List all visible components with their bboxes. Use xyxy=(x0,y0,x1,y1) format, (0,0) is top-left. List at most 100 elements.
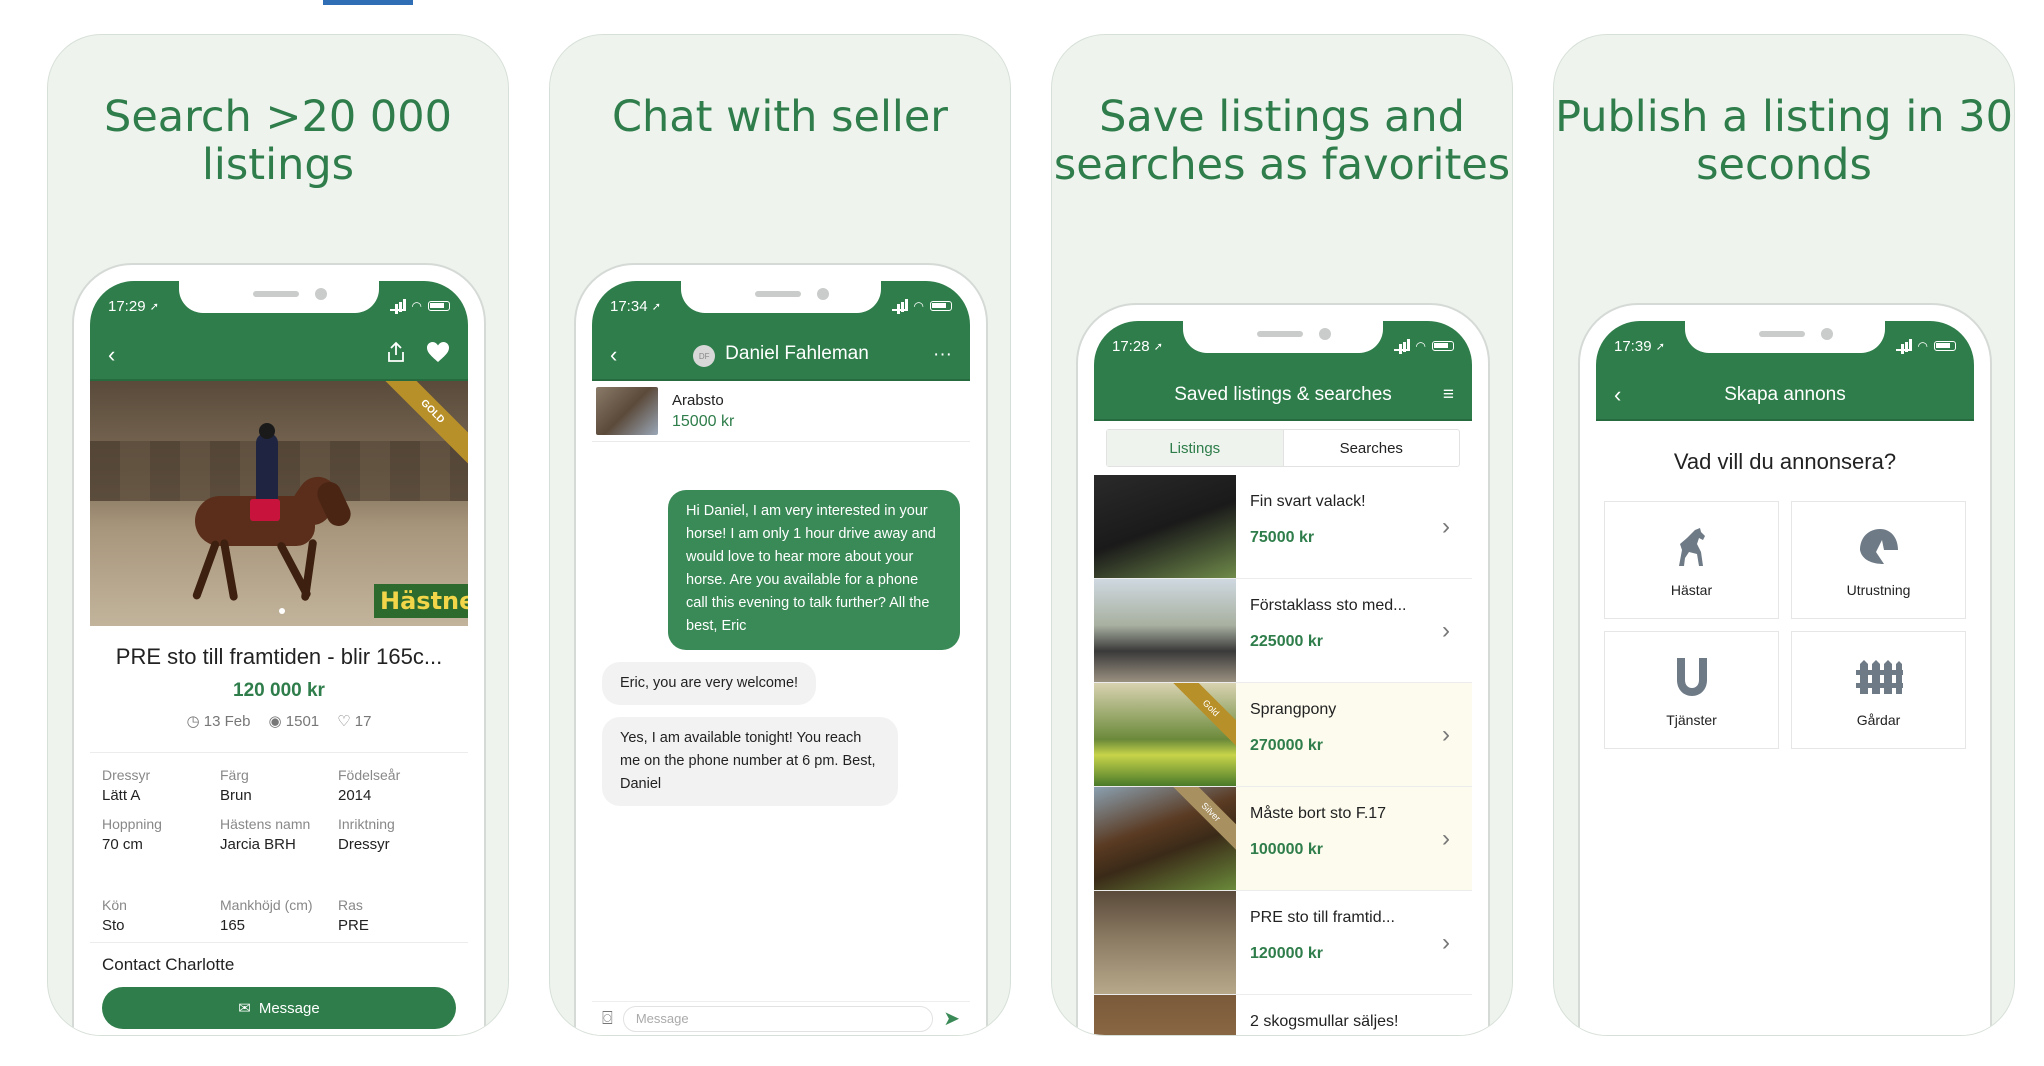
phone-frame: 17:39 ➚ ◠ ‹ Skapa annons Vad vill du ann… xyxy=(1578,303,1992,1035)
chat-listing-header[interactable]: Arabsto 15000 kr xyxy=(592,381,970,442)
gold-ribbon-badge: Gold xyxy=(1165,683,1236,754)
tab-listings[interactable]: Listings xyxy=(1107,430,1284,466)
category-horses[interactable]: Hästar xyxy=(1604,501,1779,619)
back-chevron-icon[interactable]: ‹ xyxy=(610,342,617,368)
attr-value: Jarcia BRH xyxy=(220,836,296,853)
attr-label: Kön xyxy=(102,897,127,913)
avatar: DF xyxy=(693,345,716,368)
attribute-grid: Dressyr Lätt A Färg Brun Födelseår 2014 Hop… xyxy=(90,753,468,934)
attr-label: Födelseår xyxy=(338,767,401,783)
segmented-control: Listings Searches xyxy=(1106,429,1460,467)
list-item[interactable]: PRE sto till framtid... 120000 kr › xyxy=(1094,891,1472,995)
create-listing-screen: 17:39 ➚ ◠ ‹ Skapa annons Vad vill du ann… xyxy=(1596,321,1974,1035)
tab-searches[interactable]: Searches xyxy=(1284,430,1460,466)
listing-photo[interactable]: GOLD Hästnet xyxy=(90,381,468,626)
location-icon: ➚ xyxy=(651,300,661,313)
back-chevron-icon[interactable]: ‹ xyxy=(108,342,115,368)
feature-card-publish: Publish a listing in 30 seconds 17:39 ➚ … xyxy=(1553,34,2015,1036)
battery-icon xyxy=(1934,341,1956,351)
item-price: 75000 kr xyxy=(1250,529,1315,546)
message-input[interactable]: Message xyxy=(622,1005,934,1032)
eye-icon: ◉ xyxy=(268,713,282,730)
item-title: Sprangpony xyxy=(1250,701,1337,718)
category-farms[interactable]: Gårdar xyxy=(1791,631,1966,749)
attr-value: Sto xyxy=(102,917,125,934)
battery-icon xyxy=(930,301,952,311)
message-button[interactable]: ✉ Message xyxy=(102,987,456,1029)
listing-thumbnail: Silver xyxy=(1094,787,1236,890)
listing-thumbnail xyxy=(1094,995,1236,1035)
attr-value: 2014 xyxy=(338,787,372,804)
nav-bar: ‹ xyxy=(90,331,468,381)
attr-value: 70 cm xyxy=(102,836,143,853)
feature-card-chat: Chat with seller 17:34 ➚ ◠ ‹ DF Daniel Fa… xyxy=(549,34,1011,1036)
battery-icon xyxy=(428,301,450,311)
category-grid: Hästar Utrustning Tjänster Gårdar xyxy=(1596,501,1974,749)
listing-thumbnail xyxy=(1094,475,1236,578)
listing-title: PRE sto till framtiden - blir 165c... xyxy=(115,644,443,669)
wifi-icon: ◠ xyxy=(411,299,422,313)
attr-value: 165 xyxy=(220,917,246,934)
item-title: Förstaklass sto med... xyxy=(1250,597,1407,614)
chat-messages: Hi Daniel, I am very interested in your … xyxy=(592,442,970,824)
listing-views: 1501 xyxy=(285,713,320,730)
sort-icon[interactable]: ≡ xyxy=(1443,384,1454,406)
category-equipment[interactable]: Utrustning xyxy=(1791,501,1966,619)
helmet-icon xyxy=(1859,529,1898,564)
listing-thumbnail xyxy=(1094,579,1236,682)
status-bar: 17:39 ➚ ◠ xyxy=(1596,321,1974,371)
chevron-right-icon: › xyxy=(1442,720,1450,748)
list-item[interactable]: Gold Sprangpony 270000 kr › xyxy=(1094,683,1472,787)
item-price: 225000 kr xyxy=(1250,633,1323,650)
message-incoming: Yes, I am available tonight! You reach m… xyxy=(602,717,898,806)
wifi-icon: ◠ xyxy=(1917,339,1928,353)
attr-label: Hoppning xyxy=(102,816,162,832)
chat-screen: 17:34 ➚ ◠ ‹ DF Daniel Fahleman ··· Arabst… xyxy=(592,281,970,1035)
clock-icon: ◷ xyxy=(186,713,200,730)
item-title: Måste bort sto F.17 xyxy=(1250,805,1387,822)
phone-frame: 17:34 ➚ ◠ ‹ DF Daniel Fahleman ··· Arabst… xyxy=(574,263,988,1035)
horse-icon xyxy=(1678,528,1705,566)
list-item[interactable]: Silver Måste bort sto F.17 100000 kr › xyxy=(1094,787,1472,891)
status-time: 17:34 xyxy=(610,297,648,315)
listing-date: 13 Feb xyxy=(203,713,251,730)
category-services[interactable]: Tjänster xyxy=(1604,631,1779,749)
silver-ribbon-badge: Silver xyxy=(1165,787,1236,858)
list-item[interactable]: Förstaklass sto med... 225000 kr › xyxy=(1094,579,1472,683)
send-icon[interactable]: ➤ xyxy=(943,1006,960,1031)
chevron-right-icon: › xyxy=(1442,616,1450,644)
heart-filled-icon[interactable] xyxy=(426,341,450,369)
attr-label: Hästens namn xyxy=(220,816,311,832)
signal-icon xyxy=(1393,339,1410,351)
nav-bar: Saved listings & searches ≡ xyxy=(1094,371,1472,421)
signal-icon xyxy=(389,299,406,311)
feature-card-search: Search >20 000 listings 17:29 ➚ ◠ ‹ GOLD… xyxy=(47,34,509,1036)
item-title: Fin svart valack! xyxy=(1250,493,1366,510)
card-title: Publish a listing in 30 seconds xyxy=(1555,92,2013,190)
listing-detail-screen: 17:29 ➚ ◠ ‹ GOLD Hästn PRE sto till fram… xyxy=(90,281,468,1035)
chat-listing-price: 15000 kr xyxy=(672,412,735,430)
carousel-dot xyxy=(279,608,285,614)
favorites-list: Fin svart valack! 75000 kr › Förstaklass … xyxy=(1094,475,1472,1035)
camera-icon[interactable]: ⌼ xyxy=(602,1008,613,1029)
favorites-screen: 17:28 ➚ ◠ Saved listings & searches ≡ Li… xyxy=(1094,321,1472,1035)
more-icon[interactable]: ··· xyxy=(933,344,952,366)
status-bar: 17:34 ➚ ◠ xyxy=(592,281,970,331)
wifi-icon: ◠ xyxy=(1415,339,1426,353)
status-bar: 17:29 ➚ ◠ xyxy=(90,281,468,331)
back-chevron-icon[interactable]: ‹ xyxy=(1614,382,1621,408)
list-item[interactable]: Fin svart valack! 75000 kr › xyxy=(1094,475,1472,579)
contact-name: Daniel Fahleman xyxy=(725,342,869,364)
chat-listing-title: Arabsto xyxy=(672,391,724,409)
listing-thumbnail: Gold xyxy=(1094,683,1236,786)
location-icon: ➚ xyxy=(149,300,159,313)
attr-label: Ras xyxy=(338,897,363,913)
listing-thumbnail xyxy=(596,387,658,435)
list-item[interactable]: 2 skogsmullar säljes! › xyxy=(1094,995,1472,1035)
status-time: 17:29 xyxy=(108,297,146,315)
message-composer: ⌼ Message ➤ xyxy=(592,1001,970,1035)
attr-label: Dressyr xyxy=(102,767,151,783)
share-icon[interactable] xyxy=(386,341,406,369)
attr-value: Dressyr xyxy=(338,836,390,853)
attr-label: Mankhöjd (cm) xyxy=(220,897,313,913)
